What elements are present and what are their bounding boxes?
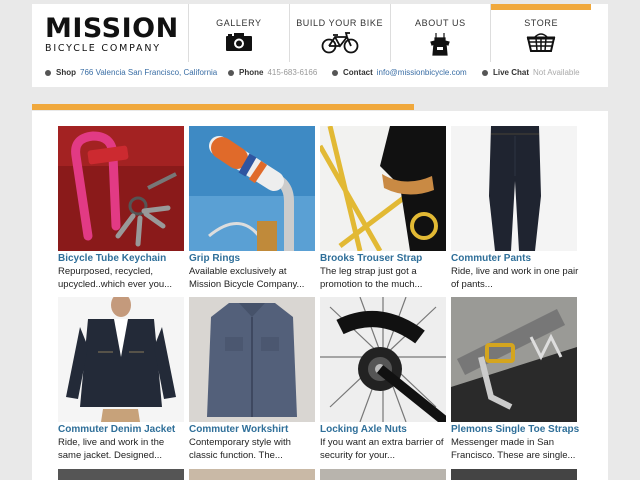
contact-email-link[interactable]: info@missionbicycle.com <box>377 68 467 77</box>
accent-bar <box>32 104 414 110</box>
bullet-icon <box>332 69 338 76</box>
product-title[interactable]: Commuter Denim Jacket <box>58 424 184 436</box>
product-image[interactable] <box>451 469 577 480</box>
product-description: Ride, live and work in the same jacket. … <box>58 437 165 461</box>
product-title[interactable]: Commuter Workshirt <box>189 424 315 436</box>
product-title[interactable]: Grip Rings <box>189 253 315 265</box>
logo-subtitle: BICYCLE COMPANY <box>45 43 161 54</box>
logo-title: MISSION <box>45 13 179 44</box>
product-image-axle-nuts[interactable] <box>320 297 446 422</box>
nav-gallery-label: GALLERY <box>216 18 262 28</box>
main-nav: GALLERY BUILD YOUR BIKE ABOUT US STORE <box>188 4 591 62</box>
info-live-chat: Live Chat Not Available <box>482 68 580 77</box>
shop-label: Shop <box>56 68 76 77</box>
product-description: Ride, live and work in one pair of pants… <box>451 266 579 290</box>
product-title[interactable]: Locking Axle Nuts <box>320 424 446 436</box>
product-image-grip-rings[interactable] <box>189 126 315 251</box>
phone-number: 415-683-6166 <box>267 68 318 77</box>
contact-label: Contact <box>343 68 373 77</box>
product-description: Messenger made in San Francisco. These a… <box>451 437 576 461</box>
product-card[interactable]: Commuter Workshirt Contemporary style wi… <box>189 297 315 462</box>
bicycle-icon <box>321 32 359 54</box>
product-title[interactable]: Commuter Pants <box>451 253 577 265</box>
info-shop: Shop 766 Valencia San Francisco, Califor… <box>45 68 217 77</box>
nav-about-label: ABOUT US <box>415 18 466 28</box>
product-image[interactable] <box>320 469 446 480</box>
product-title[interactable]: Brooks Trouser Strap <box>320 253 446 265</box>
live-chat-status: Not Available <box>533 68 580 77</box>
nav-about-us[interactable]: ABOUT US <box>389 4 491 62</box>
product-image-trouser-strap[interactable] <box>320 126 446 251</box>
product-title[interactable]: Plemons Single Toe Straps <box>451 424 579 436</box>
info-phone: Phone 415-683-6166 <box>228 68 317 77</box>
camera-icon <box>225 33 252 51</box>
product-card[interactable]: Grip Rings Available exclusively at Miss… <box>189 126 315 291</box>
nav-gallery[interactable]: GALLERY <box>188 4 289 62</box>
bullet-icon <box>45 69 51 76</box>
basket-icon <box>526 33 556 52</box>
info-contact: Contact info@missionbicycle.com <box>332 68 467 77</box>
product-card[interactable] <box>320 469 446 480</box>
product-image-toe-straps[interactable] <box>451 297 577 422</box>
nav-build-your-bike[interactable]: BUILD YOUR BIKE <box>288 4 390 62</box>
bullet-icon <box>482 69 488 76</box>
product-card[interactable]: Plemons Single Toe Straps Messenger made… <box>451 297 579 462</box>
site-header: MISSION BICYCLE COMPANY GALLERY BUILD YO… <box>32 4 608 87</box>
live-chat-label[interactable]: Live Chat <box>493 68 529 77</box>
shop-address-link[interactable]: 766 Valencia San Francisco, California <box>80 68 217 77</box>
product-card[interactable] <box>451 469 577 480</box>
nav-build-label: BUILD YOUR BIKE <box>296 18 384 28</box>
info-bar: Shop 766 Valencia San Francisco, Califor… <box>32 68 608 84</box>
product-description: Repurposed, recycled, upcycled..which ev… <box>58 266 173 290</box>
product-card[interactable]: Locking Axle Nuts If you want an extra b… <box>320 297 446 462</box>
product-image-commuter-pants[interactable] <box>451 126 577 251</box>
apron-icon <box>430 33 451 56</box>
product-image[interactable] <box>58 469 184 480</box>
product-card[interactable] <box>58 469 184 480</box>
product-listing: Bicycle Tube Keychain Repurposed, recycl… <box>32 111 608 480</box>
product-card[interactable]: Commuter Pants Ride, live and work in on… <box>451 126 578 291</box>
product-description: Available exclusively at Mission Bicycle… <box>189 266 305 290</box>
nav-store[interactable]: STORE <box>490 4 591 62</box>
product-card[interactable]: Brooks Trouser Strap The leg strap just … <box>320 126 446 291</box>
nav-store-label: STORE <box>524 18 559 28</box>
product-description: If you want an extra barrier of security… <box>320 437 444 461</box>
bullet-icon <box>228 69 234 76</box>
product-image[interactable] <box>189 469 315 480</box>
product-image-denim-jacket[interactable] <box>58 297 184 422</box>
product-card[interactable] <box>189 469 315 480</box>
logo[interactable]: MISSION BICYCLE COMPANY <box>45 13 179 55</box>
product-card[interactable]: Commuter Denim Jacket Ride, live and wor… <box>58 297 184 462</box>
product-title[interactable]: Bicycle Tube Keychain <box>58 253 184 265</box>
product-description: The leg strap just got a promotion to th… <box>320 266 423 290</box>
product-description: Contemporary style with classic function… <box>189 437 291 461</box>
product-image-workshirt[interactable] <box>189 297 315 422</box>
phone-label: Phone <box>239 68 264 77</box>
product-image-keychain[interactable] <box>58 126 184 251</box>
product-card[interactable]: Bicycle Tube Keychain Repurposed, recycl… <box>58 126 184 291</box>
